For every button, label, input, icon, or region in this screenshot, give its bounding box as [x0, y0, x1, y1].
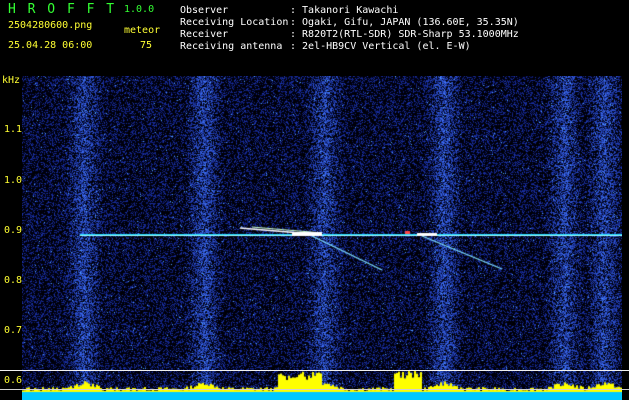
observer-label: Observer	[180, 5, 229, 16]
app-version: 1.0.0	[124, 4, 155, 15]
app-title: H R O F F T	[8, 2, 117, 17]
receiver-value: : R820T2(RTL-SDR) SDR-Sharp 53.1000MHz	[290, 29, 519, 40]
location-value: : Ogaki, Gifu, JAPAN (136.60E, 35.35N)	[290, 17, 519, 28]
y-tick-1-1: 1.1	[4, 124, 23, 135]
location-label: Receiving Location	[180, 17, 289, 28]
meteor-count: 75	[140, 40, 153, 51]
y-tick-0-6: 0.6	[4, 375, 23, 386]
y-tick-0-9: 0.9	[4, 225, 23, 236]
y-tick-0-8: 0.8	[4, 275, 23, 286]
mode-label: meteor	[124, 25, 161, 36]
ref-line-lower	[0, 389, 629, 390]
observer-value: : Takanori Kawachi	[290, 5, 399, 16]
file-name: 2504280600.png	[8, 20, 93, 31]
ref-line-upper	[0, 370, 629, 371]
receiver-label: Receiver	[180, 29, 229, 40]
y-tick-1-0: 1.0	[4, 175, 23, 186]
khz-unit-label: kHz	[2, 75, 21, 86]
antenna-value: : 2el-HB9CV Vertical (el. E-W)	[290, 41, 471, 52]
date-time: 25.04.28 06:00	[8, 40, 93, 51]
y-tick-0-7: 0.7	[4, 325, 23, 336]
antenna-label: Receiving antenna	[180, 41, 283, 52]
spectrogram-canvas	[22, 76, 622, 400]
